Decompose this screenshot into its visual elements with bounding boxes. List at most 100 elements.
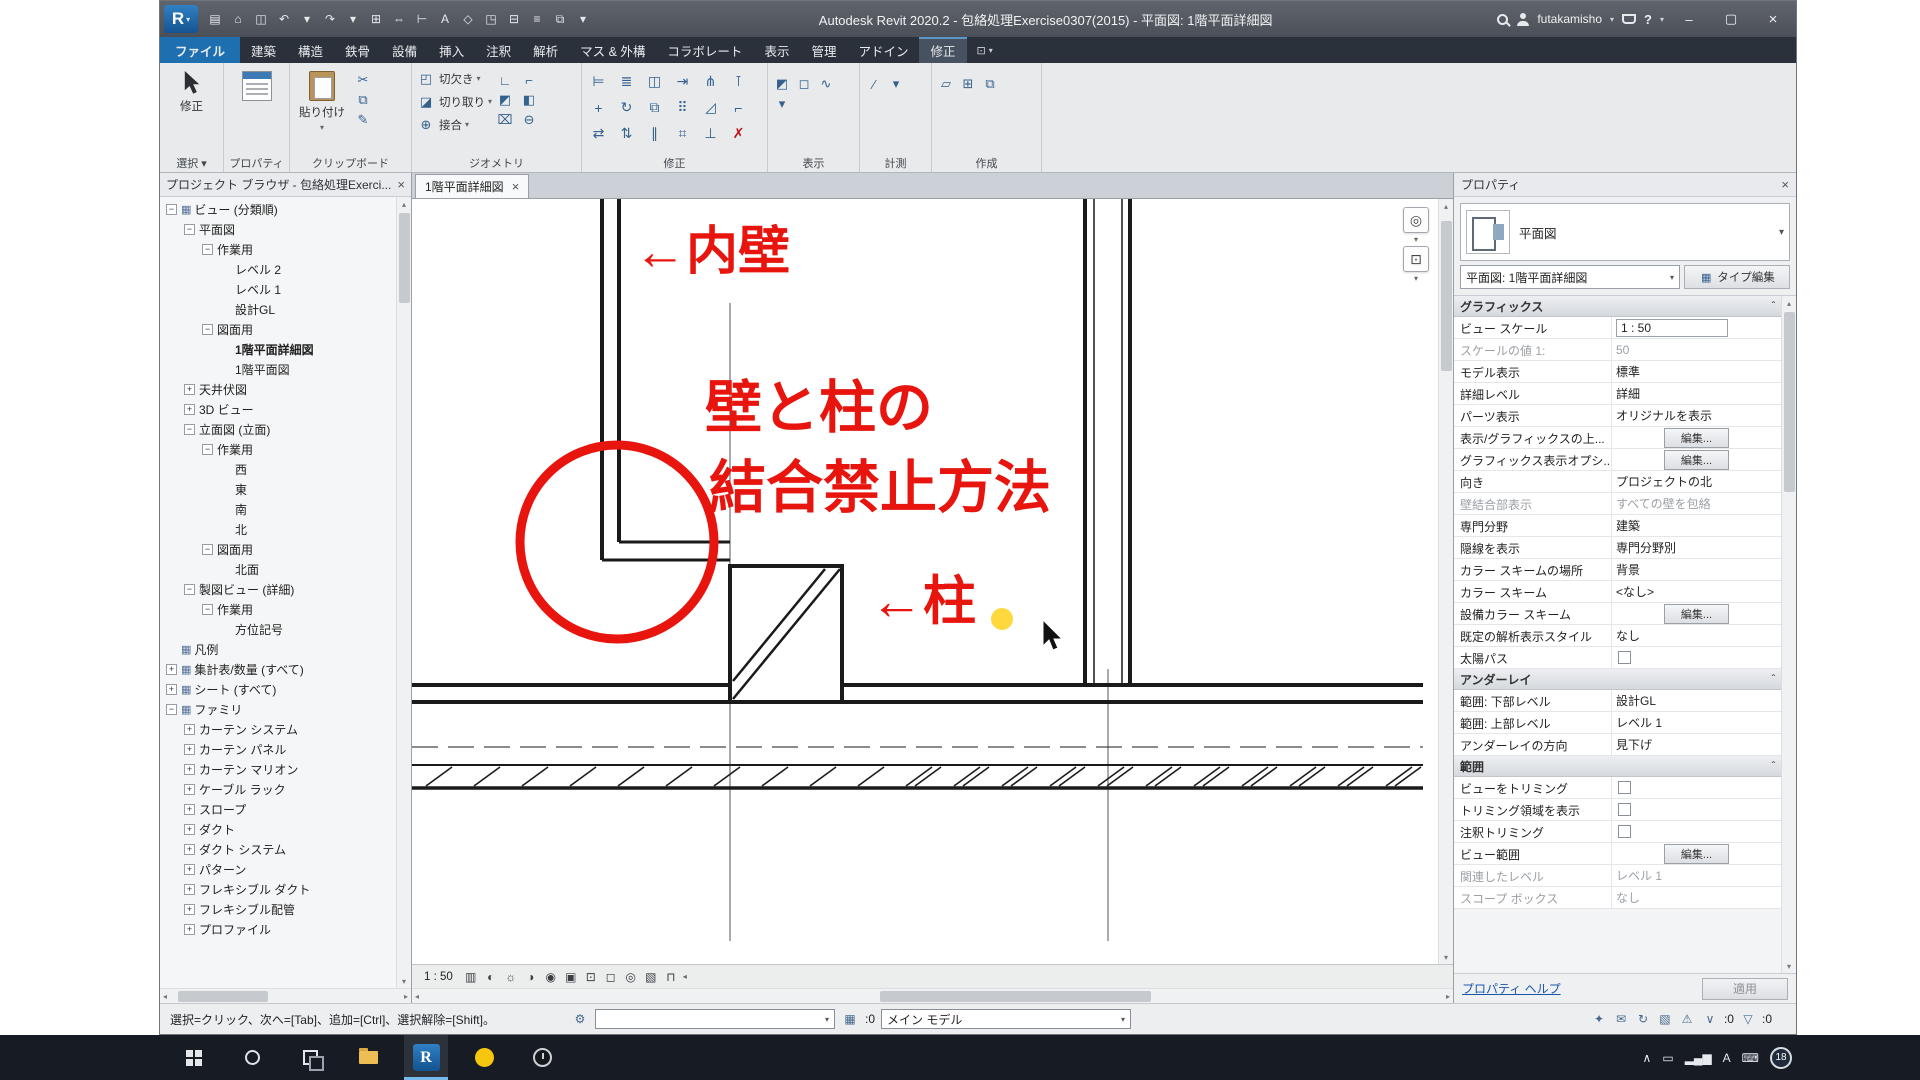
hidden-icons-chevron[interactable]: ∧ <box>1643 1051 1652 1065</box>
redo-caret-icon[interactable]: ▾ <box>342 8 364 30</box>
array-radial-icon[interactable]: ⌗ <box>670 122 695 145</box>
editable-only-icon[interactable]: ▦ <box>841 1010 859 1028</box>
tree-item[interactable]: −作業用 <box>160 439 396 459</box>
ribbon-tab-view[interactable]: 表示 <box>753 37 800 63</box>
expander-icon[interactable]: + <box>184 884 195 895</box>
beam-joins-icon[interactable]: ⌐ <box>519 71 539 89</box>
expander-icon[interactable]: + <box>184 904 195 915</box>
tree-item[interactable]: +フレキシブル配管 <box>160 899 396 919</box>
panel-label-clipboard[interactable]: クリップボード <box>290 155 411 171</box>
hide-elements-icon[interactable]: ◻ <box>794 75 814 93</box>
type-selector-caret-icon[interactable]: ▾ <box>1779 227 1784 238</box>
exclude-options-icon[interactable]: ∨ <box>1701 1010 1719 1028</box>
reveal-hidden-elements-icon[interactable]: ◎ <box>622 968 640 986</box>
instance-selector[interactable]: 平面図: 1階平面詳細図 ▾ <box>1460 265 1680 289</box>
expander-icon[interactable]: − <box>184 424 195 435</box>
crop-view-icon[interactable]: ▣ <box>562 968 580 986</box>
tree-item[interactable]: −▦ファミリ <box>160 699 396 719</box>
scroll-thumb[interactable] <box>880 991 1151 1002</box>
project-browser-close-icon[interactable]: × <box>397 177 405 192</box>
property-value[interactable]: 1 : 50 <box>1612 317 1781 338</box>
temporary-view-properties-icon[interactable]: ▧ <box>642 968 660 986</box>
yellow-app-button[interactable] <box>462 1035 506 1080</box>
background-processes-icon[interactable]: ↻ <box>1634 1010 1652 1028</box>
expander-icon[interactable]: + <box>184 804 195 815</box>
override-graphics-icon[interactable]: ◩ <box>772 75 792 93</box>
detail-group-icon[interactable]: ⊞ <box>958 75 978 93</box>
tree-item[interactable]: −製図ビュー (詳細) <box>160 579 396 599</box>
tree-item[interactable]: +カーテン マリオン <box>160 759 396 779</box>
touch-keyboard-icon[interactable]: ⌨ <box>1742 1051 1759 1065</box>
qat-customize-caret-icon[interactable]: ▾ <box>572 8 594 30</box>
visual-style-icon[interactable]: ◐ <box>482 968 500 986</box>
project-browser-vscrollbar[interactable]: ▴ ▾ <box>396 197 411 988</box>
text-icon[interactable]: A <box>434 8 456 30</box>
panel-label-select[interactable]: 選択 ▾ <box>160 155 223 171</box>
file-explorer-button[interactable] <box>346 1035 390 1080</box>
panel-label-view[interactable]: 表示 <box>768 155 859 171</box>
scroll-down-icon[interactable]: ▾ <box>1444 950 1448 964</box>
shadows-icon[interactable]: ◑ <box>522 968 540 986</box>
tree-item[interactable]: −作業用 <box>160 599 396 619</box>
network-icon[interactable]: ▂▄▆ <box>1685 1051 1712 1065</box>
tree-item[interactable]: 北 <box>160 519 396 539</box>
copy-to-clipboard-icon[interactable]: ⧉ <box>353 91 373 109</box>
clock-app-button[interactable] <box>520 1035 564 1080</box>
steering-wheel-icon[interactable]: ◎ <box>1403 207 1429 233</box>
tablet-icon[interactable]: ▭ <box>1662 1051 1673 1065</box>
properties-palette-button[interactable] <box>228 67 285 101</box>
checkbox[interactable] <box>1618 803 1631 816</box>
print-icon[interactable]: ⊞ <box>365 8 387 30</box>
property-group-header[interactable]: グラフィックスˆ <box>1454 296 1781 317</box>
panel-label-create[interactable]: 作成 <box>932 155 1041 171</box>
view-scale-button[interactable]: 1 : 50 <box>418 971 459 983</box>
warnings-icon[interactable]: ⚠ <box>1678 1010 1696 1028</box>
ribbon-tab-modify[interactable]: 修正 <box>919 37 966 63</box>
navbar-caret-icon-2[interactable]: ▾ <box>1414 274 1418 283</box>
expander-icon[interactable]: + <box>184 384 195 395</box>
detail-level-icon[interactable]: ▥ <box>462 968 480 986</box>
property-value[interactable]: レベル 1 <box>1612 712 1781 733</box>
property-value[interactable]: すべての壁を包絡 <box>1612 493 1781 514</box>
design-options-status-icon[interactable]: ▧ <box>1656 1010 1674 1028</box>
scroll-right-icon[interactable]: ▸ <box>404 992 408 1001</box>
tree-item[interactable]: +パターン <box>160 859 396 879</box>
unjoin-icon[interactable]: ⊖ <box>519 111 539 129</box>
panel-label-geometry[interactable]: ジオメトリ <box>412 155 581 171</box>
property-value[interactable] <box>1612 799 1781 820</box>
expander-icon[interactable]: − <box>202 544 213 555</box>
tree-item[interactable]: 方位記号 <box>160 619 396 639</box>
switch-windows-icon[interactable]: ⧉ <box>549 8 571 30</box>
cut-geometry-button[interactable]: ◪切り取り▾ <box>416 90 492 113</box>
scale-icon[interactable]: ◿ <box>698 96 723 119</box>
ribbon-tab-addins[interactable]: アドイン <box>847 37 919 63</box>
collapse-icon[interactable]: ˆ <box>1772 301 1775 312</box>
match-type-properties-icon[interactable]: ✎ <box>353 111 373 129</box>
worksharing-display-icon[interactable]: ✦ <box>1590 1010 1608 1028</box>
tree-item[interactable]: −平面図 <box>160 219 396 239</box>
cut-icon[interactable]: ✂ <box>353 71 373 89</box>
tree-item[interactable]: +カーテン パネル <box>160 739 396 759</box>
edit-button[interactable]: 編集... <box>1664 428 1729 448</box>
user-icon[interactable] <box>1516 13 1529 26</box>
remove-paint-icon[interactable]: ⌧ <box>495 111 515 129</box>
ribbon-tab-analyze[interactable]: 解析 <box>522 37 569 63</box>
tree-item[interactable]: −図面用 <box>160 319 396 339</box>
parallel-icon[interactable]: ∥ <box>642 122 667 145</box>
canvas-vscrollbar[interactable]: ▴ ▾ <box>1438 199 1453 964</box>
expander-icon[interactable]: − <box>166 704 177 715</box>
sun-path-icon[interactable]: ☼ <box>502 968 520 986</box>
property-value[interactable]: 専門分野別 <box>1612 537 1781 558</box>
checkbox[interactable] <box>1618 825 1631 838</box>
scroll-up-icon[interactable]: ▴ <box>1787 296 1791 310</box>
wall-joins-icon[interactable]: ∟ <box>495 71 515 89</box>
align-icon[interactable]: ⊨ <box>586 70 611 93</box>
scroll-down-icon[interactable]: ▾ <box>1787 959 1791 973</box>
scroll-up-icon[interactable]: ▴ <box>402 197 406 211</box>
tree-item[interactable]: −立面図 (立面) <box>160 419 396 439</box>
view-tab-close-icon[interactable]: × <box>512 179 520 194</box>
property-value[interactable]: 編集... <box>1612 843 1781 864</box>
join-button[interactable]: ⊕接合▾ <box>416 113 492 136</box>
rotate-icon[interactable]: ↻ <box>614 96 639 119</box>
expander-icon[interactable]: + <box>184 724 195 735</box>
